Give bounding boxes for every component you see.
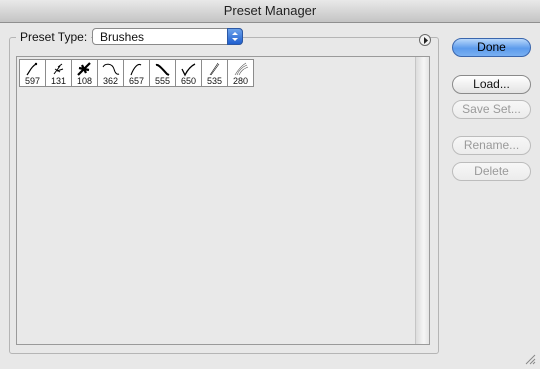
- save-set-button[interactable]: Save Set...: [452, 100, 531, 119]
- brush-stroke-icon: [102, 63, 120, 75]
- preset-type-value: Brushes: [100, 30, 145, 44]
- brush-size: 650: [180, 76, 197, 86]
- delete-button[interactable]: Delete: [452, 162, 531, 181]
- brush-size: 535: [206, 76, 223, 86]
- resize-grip-icon[interactable]: [525, 354, 536, 365]
- preset-list[interactable]: 597 131 108 362 657 555 650 535 280: [16, 56, 430, 345]
- brush-stroke-icon: [53, 63, 64, 75]
- brush-preset[interactable]: 657: [123, 59, 150, 87]
- brush-size: 280: [232, 76, 249, 86]
- brush-size: 597: [24, 76, 41, 86]
- preset-type-label: Preset Type:: [16, 30, 92, 44]
- brush-stroke-icon: [130, 63, 142, 76]
- brush-size: 657: [128, 76, 145, 86]
- select-arrows-icon: [227, 28, 243, 45]
- done-button[interactable]: Done: [452, 38, 531, 57]
- brush-stroke-icon: [181, 63, 196, 77]
- brush-size: 362: [102, 76, 119, 86]
- brush-size: 108: [76, 76, 93, 86]
- brush-size: 555: [154, 76, 171, 86]
- brush-preset[interactable]: 108: [71, 59, 98, 87]
- preset-type-select[interactable]: Brushes: [92, 28, 243, 45]
- brush-stroke-icon: [77, 62, 91, 76]
- brush-thumbnails: 597 131 108 362 657 555 650 535 280: [19, 59, 254, 87]
- brush-size: 131: [50, 76, 67, 86]
- load-button[interactable]: Load...: [452, 75, 531, 94]
- brush-preset[interactable]: 597: [19, 59, 46, 87]
- brush-preset[interactable]: 131: [45, 59, 72, 87]
- brush-stroke-icon: [26, 62, 38, 76]
- rename-button[interactable]: Rename...: [452, 136, 531, 155]
- brush-preset[interactable]: 555: [149, 59, 176, 87]
- window-title: Preset Manager: [223, 3, 317, 18]
- vertical-scrollbar[interactable]: [415, 57, 429, 344]
- brush-preset[interactable]: 362: [97, 59, 124, 87]
- flyout-menu-icon[interactable]: [419, 34, 431, 46]
- brush-preset[interactable]: 280: [227, 59, 254, 87]
- window-title-bar[interactable]: Preset Manager: [0, 0, 540, 23]
- brush-preset[interactable]: 650: [175, 59, 202, 87]
- brush-preset[interactable]: 535: [201, 59, 228, 87]
- brush-stroke-icon: [234, 62, 249, 76]
- brush-stroke-icon: [155, 63, 170, 76]
- brush-stroke-icon: [209, 62, 220, 76]
